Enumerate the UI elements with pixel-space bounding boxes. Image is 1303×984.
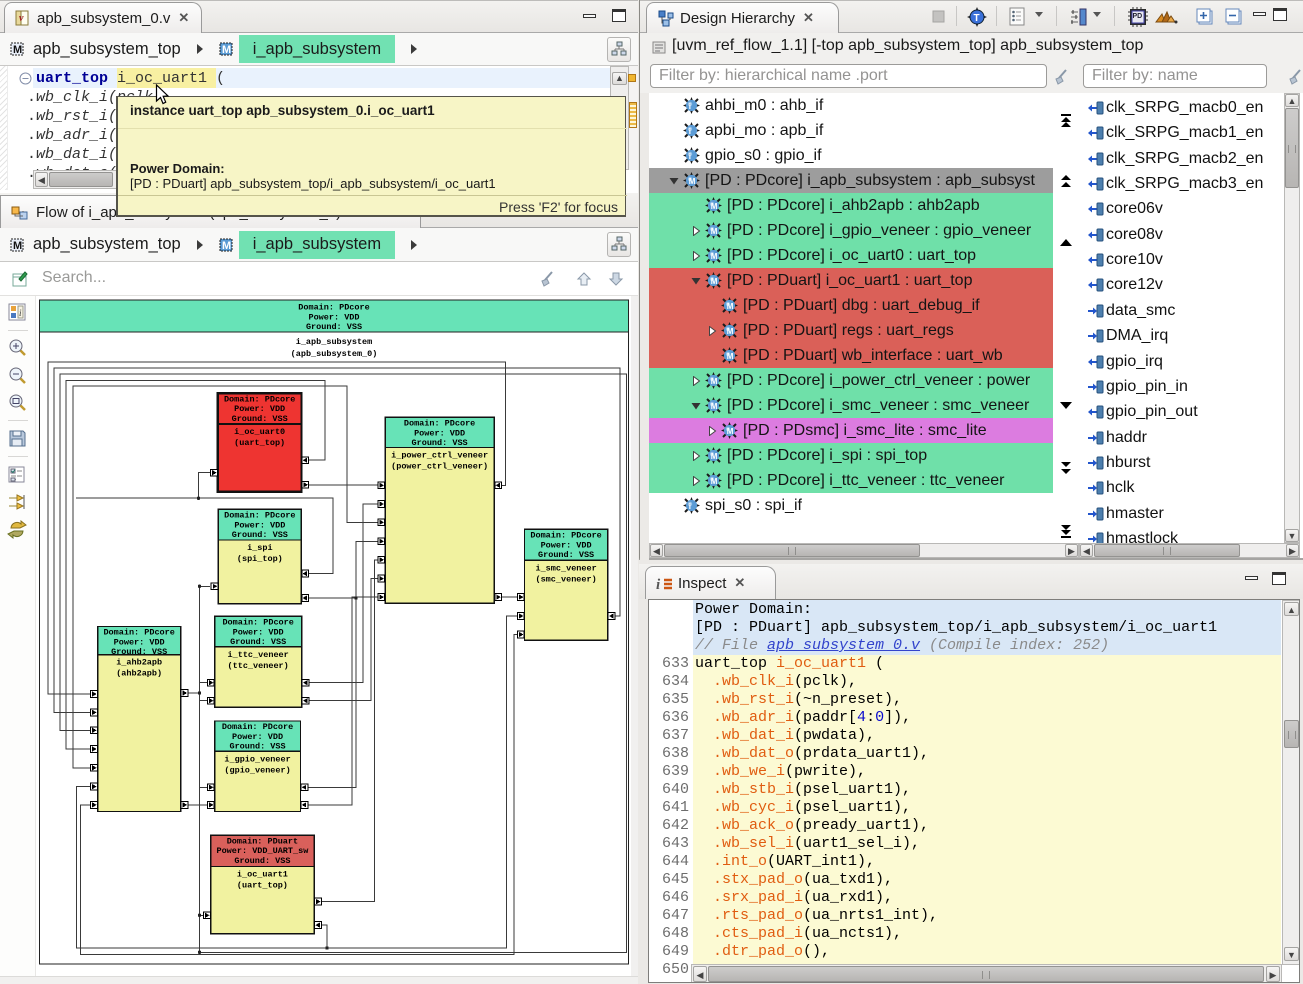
svg-text:M: M: [711, 252, 718, 261]
svg-text:i: i: [689, 152, 691, 161]
svg-text:Power: VDD: Power: VDD: [234, 404, 285, 414]
svg-text:PD: PD: [1133, 13, 1143, 20]
svg-text:(uart_top): (uart_top): [237, 881, 288, 891]
svg-text:M: M: [711, 277, 718, 286]
svg-text:Ground: VSS: Ground: VSS: [412, 438, 468, 448]
svg-text:i_smc_veneer: i_smc_veneer: [535, 563, 596, 573]
svg-text:(spi_top): (spi_top): [237, 554, 283, 564]
svg-text:Ground: VSS: Ground: VSS: [306, 322, 362, 332]
svg-text:Domain: PDcore: Domain: PDcore: [222, 618, 293, 628]
svg-text:M: M: [711, 202, 718, 211]
svg-text:(smc_veneer): (smc_veneer): [535, 574, 596, 584]
svg-text:Domain: PDcore: Domain: PDcore: [224, 511, 295, 521]
svg-text:Domain: PDcore: Domain: PDcore: [298, 303, 369, 313]
svg-text:Ground: VSS: Ground: VSS: [230, 637, 286, 647]
svg-text:M: M: [711, 477, 718, 486]
svg-text:M: M: [689, 177, 696, 186]
svg-text:i: i: [656, 577, 661, 592]
svg-text:i: i: [689, 502, 691, 511]
svg-text:Domain: PDcore: Domain: PDcore: [224, 394, 295, 404]
svg-text:Power: VDD: Power: VDD: [114, 637, 165, 647]
svg-text:i_ttc_veneer: i_ttc_veneer: [228, 650, 289, 660]
svg-text:(ahb2apb): (ahb2apb): [116, 669, 162, 679]
svg-text:v: v: [19, 13, 24, 24]
svg-text:Domain: PDcore: Domain: PDcore: [404, 419, 475, 429]
svg-text:i_ahb2apb: i_ahb2apb: [116, 658, 162, 668]
svg-text:M: M: [711, 402, 718, 411]
svg-text:Power: VDD: Power: VDD: [541, 540, 592, 550]
svg-text:(uart_top): (uart_top): [234, 438, 285, 448]
svg-text:Power: VDD: Power: VDD: [233, 627, 284, 637]
svg-text:M: M: [711, 377, 718, 386]
svg-text:Power: VDD: Power: VDD: [232, 732, 283, 742]
svg-text:M: M: [727, 427, 734, 436]
svg-text:i_apb_subsystem: i_apb_subsystem: [296, 337, 373, 347]
svg-text:T: T: [974, 13, 980, 24]
svg-text:i: i: [689, 102, 691, 111]
svg-text:(power_ctrl_veneer): (power_ctrl_veneer): [391, 462, 488, 472]
svg-text:Power: VDD: Power: VDD: [414, 428, 465, 438]
svg-text:Ground: VSS: Ground: VSS: [111, 647, 167, 657]
svg-text:M: M: [13, 44, 22, 56]
svg-text:Ground: VSS: Ground: VSS: [232, 414, 288, 424]
svg-text:Ground: VSS: Ground: VSS: [234, 856, 290, 866]
svg-text:i_spi: i_spi: [247, 543, 273, 553]
svg-text:i_oc_uart0: i_oc_uart0: [234, 427, 285, 437]
svg-text:Domain: PDcore: Domain: PDcore: [530, 531, 601, 541]
svg-text:M: M: [222, 240, 231, 252]
svg-text:i_gpio_veneer: i_gpio_veneer: [224, 754, 290, 764]
svg-text:Domain: PDcore: Domain: PDcore: [222, 722, 293, 732]
svg-text:Ground: VSS: Ground: VSS: [232, 530, 288, 540]
svg-text:(apb_subsystem_0): (apb_subsystem_0): [291, 349, 378, 359]
svg-text:M: M: [711, 452, 718, 461]
svg-text:i_oc_uart1: i_oc_uart1: [237, 870, 288, 880]
svg-text:M: M: [727, 302, 734, 311]
svg-text:M: M: [727, 327, 734, 336]
svg-text:Domain: PDuart: Domain: PDuart: [227, 837, 298, 847]
svg-text:Power: VDD: Power: VDD: [234, 520, 285, 530]
svg-text:i: i: [689, 127, 691, 136]
svg-text:(ttc_veneer): (ttc_veneer): [228, 661, 289, 671]
svg-text:Power: VDD: Power: VDD: [308, 313, 359, 323]
svg-text:M: M: [727, 352, 734, 361]
svg-text:i_power_ctrl_veneer: i_power_ctrl_veneer: [391, 451, 488, 461]
svg-text:(gpio_veneer): (gpio_veneer): [224, 765, 290, 775]
svg-text:Ground: VSS: Ground: VSS: [538, 550, 594, 560]
svg-text:Ground: VSS: Ground: VSS: [229, 742, 285, 752]
svg-text:Domain: PDcore: Domain: PDcore: [103, 628, 174, 638]
svg-text:M: M: [711, 227, 718, 236]
svg-text:M: M: [222, 44, 231, 56]
svg-text:M: M: [13, 240, 22, 252]
svg-text:Power: VDD_UART_sw: Power: VDD_UART_sw: [216, 846, 309, 856]
